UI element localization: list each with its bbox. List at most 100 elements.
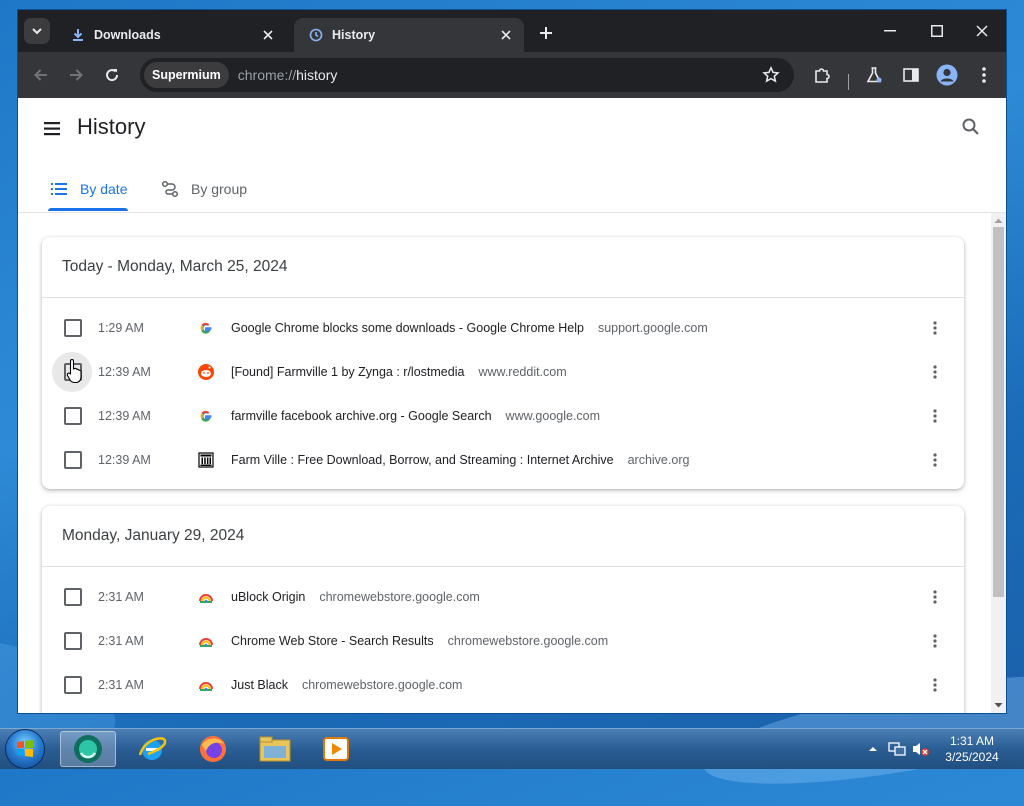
tab-title: Downloads	[94, 28, 161, 42]
entry-title: [Found] Farmville 1 by Zynga : r/lostmed…	[231, 365, 465, 379]
entry-title: Chrome Web Store - Search Results	[231, 634, 434, 648]
history-icon	[308, 27, 324, 43]
history-entry[interactable]: 2:31 AM Just Black chromewebstore.google.…	[42, 663, 964, 707]
download-icon	[70, 27, 86, 43]
journeys-icon	[161, 180, 179, 198]
entry-title-link[interactable]: Just Black chromewebstore.google.com	[231, 678, 462, 692]
origin-chip[interactable]: Supermium	[144, 62, 229, 88]
url-text[interactable]: chrome://history	[238, 67, 338, 83]
entry-checkbox[interactable]	[64, 407, 82, 425]
taskbar-media-player-app[interactable]	[308, 731, 364, 767]
history-entry[interactable]: 2:31 AM uBlock Origin chromewebstore.goog…	[42, 575, 964, 619]
close-window-button[interactable]	[972, 22, 992, 40]
tab-history[interactable]: History	[294, 18, 524, 52]
entry-title-link[interactable]: Farm Ville : Free Download, Borrow, and …	[231, 453, 689, 467]
entry-time: 2:31 AM	[98, 590, 144, 604]
scrollbar-thumb[interactable]	[993, 227, 1004, 597]
tab-by-date[interactable]: By date	[50, 166, 127, 212]
entry-time: 12:39 AM	[98, 453, 151, 467]
kebab-menu-icon[interactable]	[928, 364, 942, 380]
history-entry[interactable]: 2:31 AM Chrome Web Store - Search Result…	[42, 619, 964, 663]
show-hidden-icons-icon[interactable]	[866, 743, 880, 755]
history-entry[interactable]: 12:39 AM Farm Ville : Free Download, Bor…	[42, 438, 964, 482]
new-tab-button[interactable]	[536, 23, 556, 43]
page-scrollbar[interactable]	[991, 213, 1006, 713]
forward-button[interactable]	[65, 64, 87, 86]
kebab-menu-icon[interactable]	[928, 408, 942, 424]
kebab-menu-icon[interactable]	[928, 320, 942, 336]
close-icon[interactable]	[260, 27, 276, 43]
taskbar-clock[interactable]: 1:31 AM 3/25/2024	[934, 733, 1010, 765]
tab-search-button[interactable]	[24, 18, 50, 44]
history-entry[interactable]: 12:39 AM farmville facebook archive.org …	[42, 394, 964, 438]
taskbar-internet-explorer-app[interactable]	[124, 731, 180, 767]
entry-checkbox[interactable]	[64, 632, 82, 650]
url-scheme: chrome://	[237, 67, 297, 83]
clock-time: 1:31 AM	[949, 734, 995, 748]
entry-title-link[interactable]: Google Chrome blocks some downloads - Go…	[231, 321, 708, 335]
arrow-left-icon	[34, 69, 47, 81]
entry-checkbox[interactable]	[64, 451, 82, 469]
history-entry[interactable]: 12:39 AM [Found] Farmville 1 by Zynga : …	[42, 350, 964, 394]
scroll-down-icon[interactable]	[994, 701, 1003, 709]
entry-checkbox[interactable]	[64, 319, 82, 337]
search-icon[interactable]	[960, 116, 982, 138]
hamburger-menu-icon[interactable]	[42, 118, 64, 140]
day-heading: Monday, January 29, 2024	[42, 506, 964, 567]
minimize-button[interactable]	[880, 22, 900, 40]
entry-domain: support.google.com	[597, 321, 708, 335]
labs-button[interactable]	[863, 64, 885, 86]
tab-by-group[interactable]: By group	[161, 166, 247, 212]
back-button[interactable]	[30, 64, 52, 86]
history-page: History By date By group Today - Monday,…	[18, 98, 1006, 713]
entry-title-link[interactable]: farmville facebook archive.org - Google …	[231, 409, 600, 423]
kebab-menu-icon[interactable]	[928, 633, 942, 649]
kebab-menu-icon[interactable]	[928, 677, 942, 693]
kebab-menu-icon	[982, 67, 986, 83]
close-icon[interactable]	[498, 27, 514, 43]
kebab-menu-icon[interactable]	[928, 452, 942, 468]
reload-button[interactable]	[101, 64, 123, 86]
address-bar[interactable]: Supermium chrome://history	[140, 58, 794, 92]
side-panel-icon	[903, 68, 919, 82]
puzzle-icon	[815, 68, 830, 83]
entry-title-link[interactable]: [Found] Farmville 1 by Zynga : r/lostmed…	[231, 365, 567, 379]
network-icon[interactable]	[888, 741, 906, 757]
scroll-up-icon[interactable]	[994, 217, 1003, 225]
taskbar-file-explorer-app[interactable]	[247, 731, 303, 767]
profile-button[interactable]	[936, 64, 958, 86]
webstore-favicon-icon	[198, 589, 214, 605]
folder-icon	[259, 736, 291, 762]
reddit-favicon-icon	[198, 364, 214, 380]
entry-checkbox[interactable]	[64, 676, 82, 694]
flask-icon	[866, 67, 882, 83]
maximize-button[interactable]	[927, 22, 947, 40]
internet-explorer-icon	[138, 737, 167, 760]
entry-checkbox[interactable]	[64, 588, 82, 606]
bookmark-star-icon[interactable]	[762, 66, 780, 84]
browser-window: Downloads History Supermium chrome://his…	[18, 10, 1006, 713]
tab-title: History	[332, 28, 376, 42]
extensions-button[interactable]	[811, 64, 833, 86]
supermium-icon	[74, 735, 102, 763]
entry-time: 2:31 AM	[98, 678, 144, 692]
tab-downloads[interactable]: Downloads	[56, 18, 286, 52]
entry-title-link[interactable]: Chrome Web Store - Search Results chromew…	[231, 634, 608, 648]
browser-menu-button[interactable]	[973, 64, 995, 86]
taskbar-firefox-app[interactable]	[185, 731, 241, 767]
entry-title-link[interactable]: uBlock Origin chromewebstore.google.com	[231, 590, 480, 604]
tab-strip: Downloads History	[18, 10, 1006, 52]
start-button[interactable]	[6, 730, 44, 768]
side-panel-button[interactable]	[900, 64, 922, 86]
tab-label: By date	[80, 181, 128, 197]
entry-domain: www.reddit.com	[478, 365, 567, 379]
entry-domain: chromewebstore.google.com	[447, 634, 609, 648]
taskbar-supermium-app[interactable]	[60, 731, 116, 767]
hand-cursor-icon	[66, 358, 82, 384]
chevron-down-icon	[32, 28, 42, 35]
kebab-menu-icon[interactable]	[928, 589, 942, 605]
history-entry[interactable]: 1:29 AM Google Chrome blocks some downlo…	[42, 306, 964, 350]
google-favicon-icon	[198, 320, 214, 336]
volume-muted-icon[interactable]	[912, 741, 930, 757]
entry-title: Just Black	[231, 678, 288, 692]
